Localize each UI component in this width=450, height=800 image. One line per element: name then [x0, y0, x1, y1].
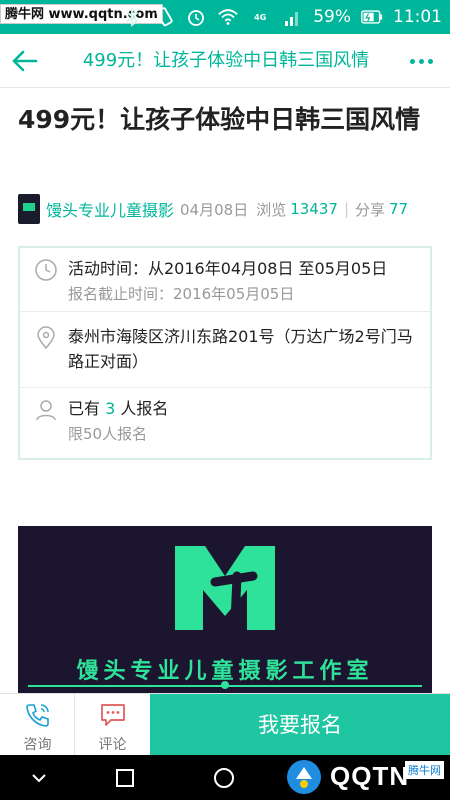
event-time: 活动时间：从2016年04月08日 至05月05日: [68, 259, 388, 278]
qqtn-logo-icon: [287, 760, 321, 794]
watermark-subtext: 腾牛网: [405, 761, 444, 779]
back-arrow-icon: [12, 50, 38, 72]
publish-date: 04月08日: [180, 200, 249, 219]
signal-icon: [281, 6, 303, 28]
more-dots-icon: [409, 58, 415, 64]
page-title: 499元！让孩子体验中日韩三国风情: [82, 50, 370, 71]
comment-bubble-icon: [101, 704, 125, 726]
battery-icon: [361, 6, 383, 28]
consult-button[interactable]: 咨询: [0, 694, 75, 756]
event-address-row[interactable]: 泰州市海陵区济川东路201号（万达广场2号门马路正对面）: [20, 312, 430, 388]
bottom-action-bar: 咨询 评论 我要报名: [0, 693, 450, 756]
shares-count: 77: [389, 200, 409, 218]
shares-label: 分享: [355, 200, 386, 219]
studio-banner-image: 馒头专业儿童摄影工作室: [18, 526, 432, 693]
qqtn-watermark: QQTN 腾牛网: [270, 755, 450, 800]
article-title: 499元！让孩子体验中日韩三国风情: [18, 105, 421, 134]
views-label: 浏览: [256, 200, 287, 219]
vibrate-icon: [153, 6, 175, 28]
person-icon: [36, 400, 56, 421]
chevron-down-icon[interactable]: [24, 763, 54, 793]
signup-status-row: 已有 3 人报名 限50人报名: [20, 388, 430, 458]
recent-apps-icon[interactable]: [110, 763, 140, 793]
home-icon[interactable]: [209, 763, 239, 793]
signup-limit: 限50人报名: [68, 425, 148, 443]
watermark-text: QQTN: [330, 761, 410, 791]
signup-count: 3: [105, 399, 116, 418]
studio-logo-icon: [175, 546, 275, 630]
network-4g-label: 4G: [254, 12, 267, 22]
alarm-icon: [185, 6, 207, 28]
clock-icon: [35, 259, 57, 281]
views-count: 13437: [290, 200, 338, 218]
system-nav-bar: QQTN 腾牛网: [0, 755, 450, 800]
comment-label: 评论: [98, 737, 127, 753]
signup-count-text: 已有 3 人报名: [68, 399, 169, 418]
event-time-row: 活动时间：从2016年04月08日 至05月05日 报名截止时间：2016年05…: [20, 248, 430, 312]
status-icons: 4G 59% 11:01: [121, 0, 442, 34]
phone-icon: [26, 704, 49, 727]
meta-separator: |: [343, 200, 349, 218]
bluetooth-icon: [121, 6, 143, 28]
top-nav-bar: 499元！让孩子体验中日韩三国风情: [0, 34, 450, 88]
comment-button[interactable]: 评论: [75, 694, 150, 756]
clock: 11:01: [393, 7, 442, 27]
article-meta: 馒头专业儿童摄影 04月08日 浏览 13437 | 分享 77: [18, 194, 438, 224]
more-button[interactable]: [406, 48, 436, 74]
signup-deadline: 报名截止时间：2016年05月05日: [68, 285, 295, 303]
event-address: 泰州市海陵区济川东路201号（万达广场2号门马路正对面）: [68, 327, 413, 371]
battery-percent: 59%: [313, 7, 351, 27]
signup-button[interactable]: 我要报名: [150, 694, 450, 756]
back-button[interactable]: [10, 45, 42, 77]
author-avatar[interactable]: [18, 194, 40, 224]
consult-label: 咨询: [23, 737, 52, 753]
event-info-box: 活动时间：从2016年04月08日 至05月05日 报名截止时间：2016年05…: [18, 246, 432, 460]
banner-dot: [221, 681, 229, 689]
article-content: 499元！让孩子体验中日韩三国风情 馒头专业儿童摄影 04月08日 浏览 134…: [0, 88, 450, 693]
status-bar: 腾牛网 www.qqtn.com 4G 59% 11:01: [0, 0, 450, 34]
location-pin-icon: [37, 326, 55, 350]
author-name[interactable]: 馒头专业儿童摄影: [46, 197, 174, 221]
wifi-icon: [217, 6, 239, 28]
